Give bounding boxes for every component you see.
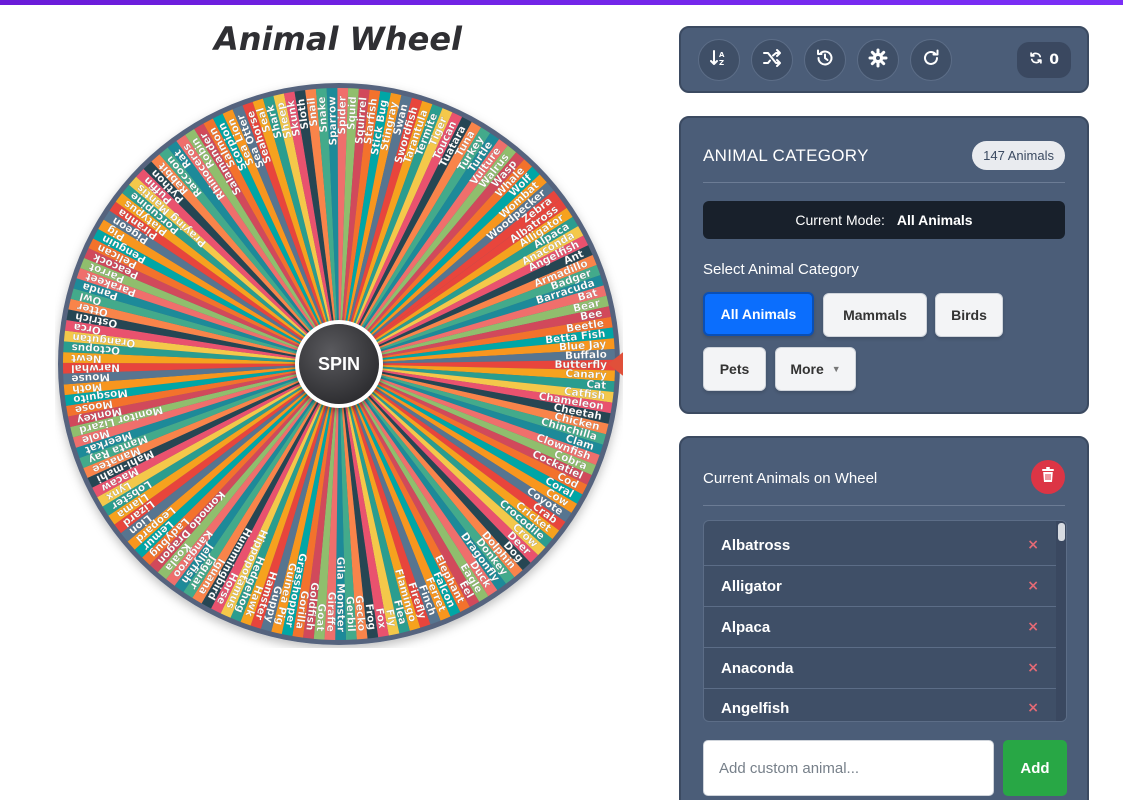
category-divider <box>703 182 1065 183</box>
sort-alpha-icon: AZ <box>709 48 729 72</box>
list-scrollbar-thumb[interactable] <box>1058 523 1065 541</box>
list-item: Alpaca × <box>704 607 1057 648</box>
animal-name: Angelfish <box>721 699 790 717</box>
shuffle-button[interactable] <box>751 39 793 81</box>
category-more-dropdown[interactable]: More ▼ <box>775 347 856 391</box>
list-item: Angelfish × <box>704 688 1057 721</box>
gear-icon <box>868 48 888 72</box>
spin-counter: 0 <box>1017 42 1071 78</box>
refresh-icon <box>1029 51 1043 69</box>
clear-all-button[interactable] <box>1031 460 1065 494</box>
list-item: Alligator × <box>704 566 1057 607</box>
add-animal-input[interactable] <box>703 740 994 796</box>
remove-animal-button[interactable]: × <box>1027 578 1039 594</box>
sort-button[interactable]: AZ <box>698 39 740 81</box>
mode-value: All Animals <box>896 212 973 228</box>
current-animals-panel: Current Animals on Wheel Albatross × All… <box>679 436 1089 800</box>
mode-label: Current Mode: <box>795 212 885 228</box>
category-mammals-button[interactable]: Mammals <box>823 293 927 337</box>
animal-name: Alligator <box>721 577 782 595</box>
remove-animal-button[interactable]: × <box>1027 660 1039 676</box>
redo-icon <box>921 48 941 72</box>
animal-count-badge: 147 Animals <box>972 141 1065 170</box>
history-icon <box>815 48 835 72</box>
page-title: Animal Wheel <box>213 20 462 58</box>
svg-text:Z: Z <box>719 59 724 67</box>
remove-animal-button[interactable]: × <box>1027 537 1039 553</box>
category-birds-button[interactable]: Birds <box>935 293 1003 337</box>
animal-list: Albatross × Alligator × Alpaca × Anacond… <box>703 520 1067 722</box>
category-heading: ANIMAL CATEGORY <box>703 146 869 165</box>
list-item: Albatross × <box>704 525 1057 566</box>
remove-animal-button[interactable]: × <box>1027 619 1039 635</box>
trash-icon <box>1041 467 1055 487</box>
category-panel: ANIMAL CATEGORY 147 Animals Current Mode… <box>679 116 1089 414</box>
category-all-animals-button[interactable]: All Animals <box>703 292 814 336</box>
spin-button[interactable]: SPIN <box>295 320 383 408</box>
history-button[interactable] <box>804 39 846 81</box>
add-animal-button[interactable]: Add <box>1003 740 1067 796</box>
wheel-toolbar: AZ 0 <box>679 26 1089 93</box>
remove-animal-button[interactable]: × <box>1027 700 1039 716</box>
animal-name: Anaconda <box>721 659 794 677</box>
more-dropdown-label: More <box>790 361 824 377</box>
spin-button-label: SPIN <box>317 353 360 374</box>
svg-text:A: A <box>719 51 725 59</box>
animal-name: Alpaca <box>721 618 771 636</box>
wheel-container: Albatross Alligator Alpaca Anaconda Angelfis… <box>55 80 623 648</box>
shuffle-icon <box>762 48 782 72</box>
redo-button[interactable] <box>910 39 952 81</box>
caret-down-icon: ▼ <box>831 364 841 374</box>
animal-name: Albatross <box>721 536 791 554</box>
category-pets-button[interactable]: Pets <box>703 347 766 391</box>
list-divider <box>703 505 1065 506</box>
list-item: Anaconda × <box>704 648 1057 689</box>
settings-button[interactable] <box>857 39 899 81</box>
list-scrollbar[interactable] <box>1056 521 1066 721</box>
spin-count-value: 0 <box>1049 52 1059 68</box>
top-accent-bar <box>0 0 1123 5</box>
current-animals-heading: Current Animals on Wheel <box>703 470 878 487</box>
select-category-label: Select Animal Category <box>703 261 859 278</box>
current-mode-bar: Current Mode: All Animals <box>703 201 1065 239</box>
